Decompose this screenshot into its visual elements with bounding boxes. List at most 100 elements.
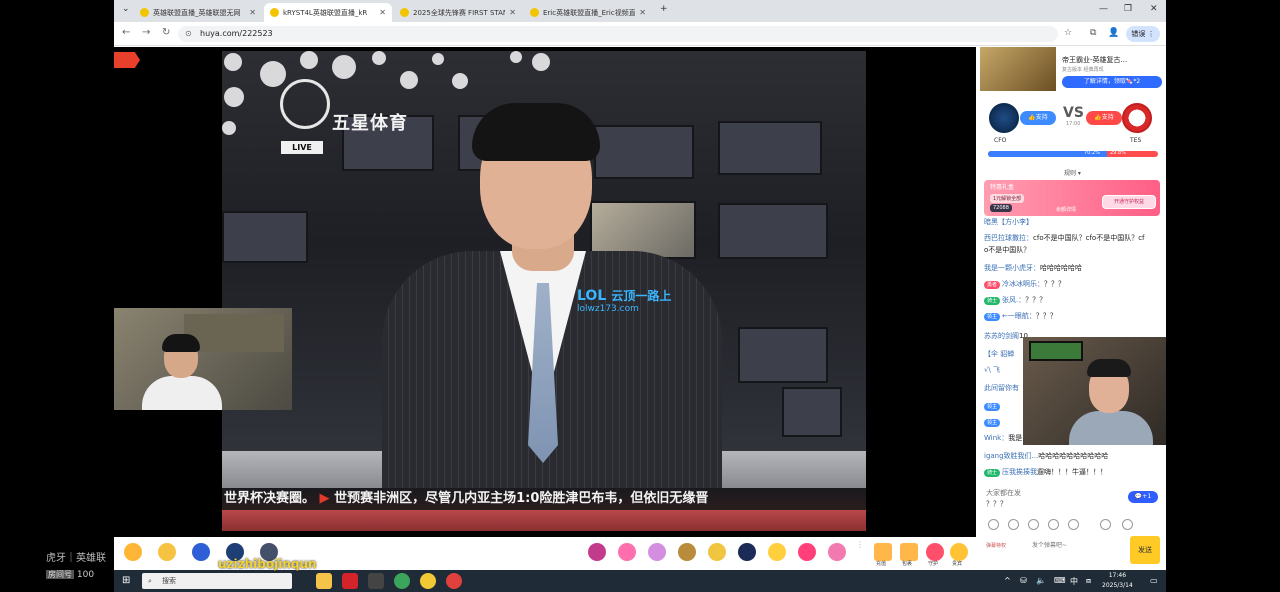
app-g-icon[interactable] [368, 573, 384, 589]
maximize-icon[interactable]: ❐ [1124, 4, 1132, 14]
ad-cta-button[interactable]: 了解详情，领取🍬*2 [1062, 76, 1162, 88]
promo-link[interactable]: 余额详情 [1056, 206, 1076, 213]
studio-monitor [222, 211, 308, 263]
url-text: huya.com/222523 [200, 29, 273, 38]
support-team1-button[interactable]: 👍支持 [1020, 111, 1056, 125]
recharge-label: 充值 [876, 561, 887, 567]
address-bar[interactable]: ⊙ huya.com/222523 [178, 26, 1058, 42]
ad-title[interactable]: 帝王霸业-英雄复古... [1062, 55, 1127, 65]
treasure-box-icon[interactable] [124, 543, 142, 561]
emote-icon[interactable] [1100, 519, 1111, 530]
gift-item-icon[interactable] [588, 543, 606, 561]
vip-crown-icon[interactable] [950, 543, 968, 561]
reload-icon[interactable]: ↻ [162, 27, 170, 38]
chat-username[interactable]: 【伞 貂蝉 [984, 350, 1014, 358]
ime-icon[interactable]: ⌨ [1054, 576, 1066, 585]
start-icon[interactable]: ⊞ [122, 575, 130, 586]
chat-username[interactable]: ←一眼航： [1002, 312, 1036, 320]
chat-username[interactable]: Wink： [984, 434, 1008, 442]
new-tab-button[interactable]: + [660, 4, 668, 14]
chat-text: ？？？ [1025, 296, 1047, 304]
chat-username[interactable]: 冷冰冰啊乐： [1002, 280, 1044, 288]
ticker-arrow-icon: ▶ [319, 491, 335, 506]
tab-1[interactable]: kRYST4L英雄联盟直播_kR ✕ [264, 3, 392, 22]
chat-username[interactable]: √\ 飞 [984, 366, 1000, 374]
app-red-icon[interactable] [446, 573, 462, 589]
gift-item-icon[interactable] [678, 543, 696, 561]
overlay-room-label: 房间号 [46, 570, 74, 579]
close-tab-icon[interactable]: ✕ [379, 8, 386, 17]
gift-item-icon[interactable] [738, 543, 756, 561]
cam2-shirt [1069, 411, 1153, 445]
chat-username[interactable]: 张风.： [1002, 296, 1025, 304]
chat-username[interactable]: 我是一颗小虎牙： [984, 264, 1040, 272]
chat-username[interactable]: 暗黑【方小李】 [984, 218, 1033, 226]
site-info-icon[interactable]: ⊙ [185, 26, 192, 42]
gift-item-icon[interactable] [798, 543, 816, 561]
wps-icon[interactable] [342, 573, 358, 589]
clock[interactable]: 17:46 2025/3/14 [1102, 571, 1133, 591]
chat-settings-icon[interactable] [1068, 519, 1079, 530]
chat-username[interactable]: igang致胜我们... [984, 452, 1038, 460]
video-player[interactable]: 五星体育 LIVE LOL 云顶一路上 lolwz173.com 世界杯决赛圈。… [222, 51, 866, 531]
guard-icon[interactable] [926, 543, 944, 561]
vip-barrage-button[interactable]: 弹幕特权 [986, 539, 1028, 553]
profile-button[interactable]: 错误 ⋮ [1126, 26, 1160, 42]
tray-expand-icon[interactable]: ^ [1004, 576, 1011, 585]
new-messages-button[interactable]: 💬+1 [1128, 491, 1158, 503]
package-icon[interactable] [900, 543, 918, 561]
stream-page: 五星体育 LIVE LOL 云顶一路上 lolwz173.com 世界杯决赛圈。… [114, 47, 1166, 577]
tab-0[interactable]: 英雄联盟直播_英雄联盟无网 ✕ [134, 3, 262, 22]
minimize-icon[interactable]: — [1099, 4, 1108, 14]
taskbar-search[interactable]: ⌕ 搜索 [142, 573, 292, 589]
back-icon[interactable]: ← [122, 27, 130, 38]
color-icon[interactable] [1008, 519, 1019, 530]
channel-logo-icon [280, 79, 330, 129]
file-explorer-icon[interactable] [316, 573, 332, 589]
gift-item-icon[interactable] [768, 543, 786, 561]
ad-image[interactable] [980, 47, 1056, 91]
support-team2-button[interactable]: 👍支持 [1086, 111, 1122, 125]
close-window-icon[interactable]: ✕ [1150, 4, 1158, 14]
promo-open-button[interactable]: 开通守护权益 [1102, 195, 1156, 209]
chat-input[interactable]: 发个弹幕吧~ [1032, 539, 1124, 553]
network-icon[interactable]: ⛁ [1020, 576, 1027, 585]
chat-username[interactable]: 西巴拉球撒拉： [984, 234, 1033, 242]
chrome-icon[interactable] [394, 573, 410, 589]
gift-more-icon[interactable]: ⋮ [856, 540, 864, 549]
tab-search-icon[interactable]: ⌄ [122, 4, 130, 14]
account-icon[interactable]: 👤 [1108, 28, 1119, 38]
chat-username[interactable]: 苏苏的剑阁 [984, 332, 1019, 340]
gift-item-icon[interactable] [618, 543, 636, 561]
emoji-icon[interactable] [988, 519, 999, 530]
gift-icon[interactable] [1028, 519, 1039, 530]
language-indicator[interactable]: 中 [1070, 576, 1078, 587]
close-tab-icon[interactable]: ✕ [249, 8, 256, 17]
notification-icon[interactable]: ▭ [1150, 576, 1158, 585]
emoji-app-icon[interactable] [420, 573, 436, 589]
extensions-icon[interactable]: ⧉ [1090, 28, 1096, 38]
close-tab-icon[interactable]: ✕ [509, 8, 516, 17]
shield-icon[interactable] [192, 543, 210, 561]
volume-icon[interactable]: 🔈 [1036, 576, 1046, 585]
gift-item-icon[interactable] [648, 543, 666, 561]
rules-link[interactable]: 规则 ▾ [1064, 168, 1081, 177]
close-tab-icon[interactable]: ✕ [639, 8, 646, 17]
ime-mode-icon[interactable]: ⧈ [1086, 576, 1091, 586]
gift-item-icon[interactable] [828, 543, 846, 561]
promo-banner[interactable]: 特惠礼盒 1元解锁全部 72088 余额详情 开通守护权益 [984, 180, 1160, 216]
fans-icon[interactable] [1048, 519, 1059, 530]
chat-text: ？？？ [1035, 312, 1057, 320]
bookmark-star-icon[interactable]: ☆ [1064, 28, 1072, 38]
tab-2[interactable]: 2025全球先锋赛 FIRST STAND ✕ [394, 3, 522, 22]
tab-3[interactable]: Eric英雄联盟直播_Eric视频直 ✕ [524, 3, 652, 22]
send-button[interactable]: 发送 [1130, 536, 1160, 564]
recharge-icon[interactable] [874, 543, 892, 561]
forward-icon[interactable]: → [142, 27, 150, 38]
settings-icon[interactable] [1122, 519, 1133, 530]
chat-username[interactable]: 压我挨揍我 [1002, 468, 1037, 476]
menu-badge[interactable] [114, 52, 140, 68]
chat-username[interactable]: 此间留你有 [984, 384, 1019, 392]
gift-icon[interactable] [158, 543, 176, 561]
gift-item-icon[interactable] [708, 543, 726, 561]
